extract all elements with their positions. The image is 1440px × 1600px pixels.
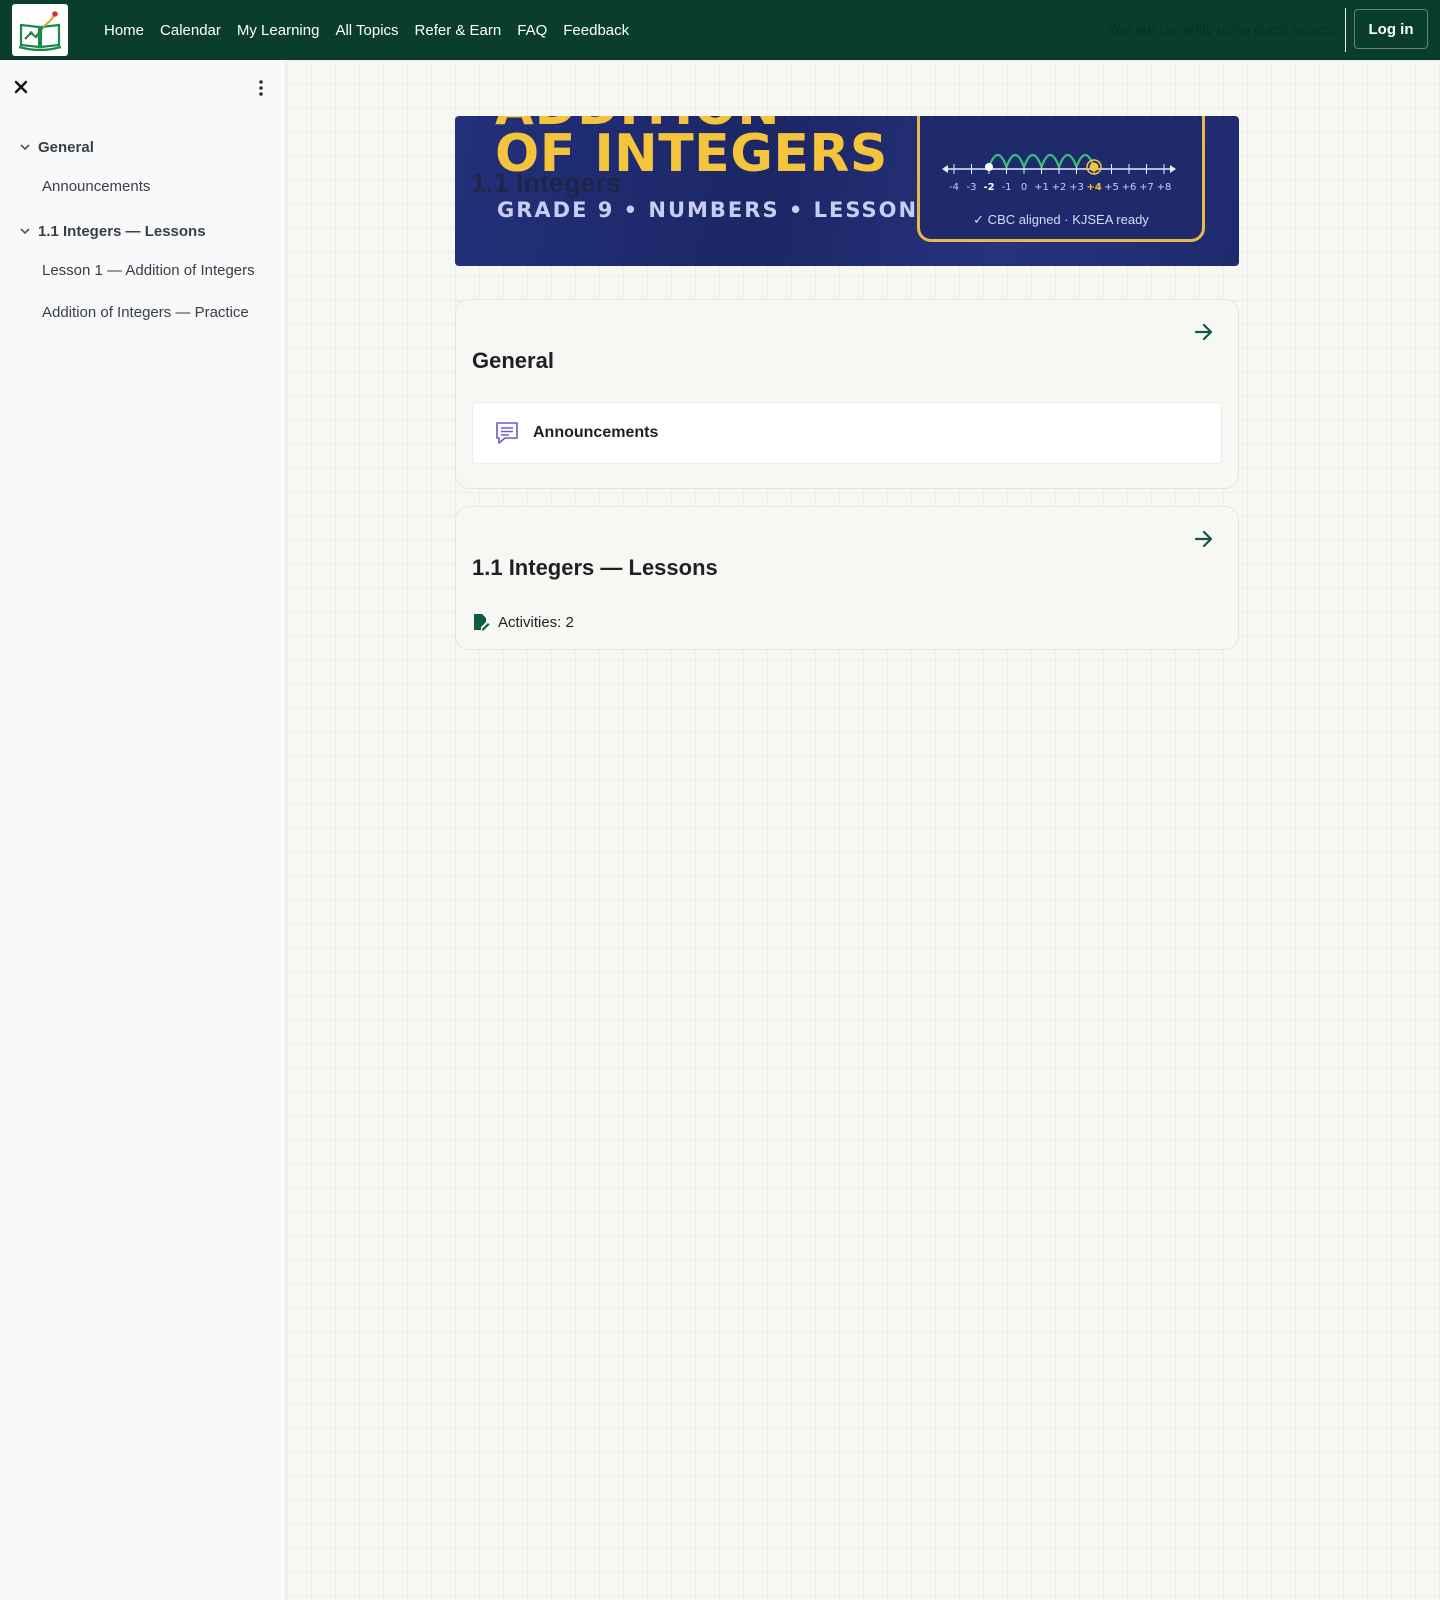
nav-calendar-link[interactable]: Calendar: [160, 22, 221, 39]
section-title: 1.1 Integers — Lessons: [472, 555, 718, 580]
login-button[interactable]: Log in: [1354, 9, 1428, 49]
banner-caption: ✓ CBC aligned · KJSEA ready: [973, 212, 1149, 227]
number-line-arrow-right: [1170, 165, 1176, 173]
course-index-section-integers-lessons[interactable]: 1.1 Integers — Lessons: [18, 220, 206, 242]
activity-announcements[interactable]: Announcements: [472, 402, 1222, 464]
number-line-jump-arc: [1022, 153, 1043, 168]
open-section-integers-lessons-button[interactable]: [1192, 527, 1216, 551]
section-title: General: [38, 138, 94, 156]
navbar-divider: [1345, 8, 1346, 52]
arrow-right-icon: [1194, 530, 1213, 548]
chevron-down-icon: [18, 140, 32, 154]
number-line-tick-label: +3: [1069, 182, 1084, 193]
course-index-section-general[interactable]: General: [18, 136, 94, 158]
book-chart-logo-icon: [18, 11, 62, 51]
course-index-options-button[interactable]: [254, 78, 268, 98]
nav-all-topics-link[interactable]: All Topics: [335, 22, 398, 39]
course-index-item-lesson-1[interactable]: Lesson 1 — Addition of Integers: [42, 262, 255, 279]
number-line-tick-label: +5: [1104, 182, 1119, 193]
page-title: 1.1 Integers: [471, 168, 622, 198]
course-index-item-announcements[interactable]: Announcements: [42, 178, 150, 195]
activities-count: Activities: 2: [472, 613, 574, 631]
course-banner-image: ADDITION OF INTEGERS GRADE 9 • NUMBERS •…: [455, 116, 1239, 266]
close-course-index-button[interactable]: [12, 78, 30, 96]
number-line-jump-arc: [1040, 153, 1061, 168]
number-line-tick-label: +4: [1086, 182, 1101, 193]
guest-access-notice: You are currently using guest access: [1107, 21, 1336, 37]
number-line-tick-label: +6: [1122, 182, 1137, 193]
arrow-right-icon: [1194, 323, 1213, 341]
nav-feedback-link[interactable]: Feedback: [563, 22, 629, 39]
section-card-general: General Announcements: [455, 299, 1239, 489]
number-line-diagram: -4 -3 -2 -1 0 +1 +2 +3 +4 +5 +6 +7 +8: [942, 153, 1176, 193]
nav-my-learning-link[interactable]: My Learning: [237, 22, 320, 39]
section-title: General: [472, 348, 554, 373]
nav-refer-earn-link[interactable]: Refer & Earn: [415, 22, 502, 39]
activities-count-label: Activities: 2: [498, 613, 574, 631]
number-line-card: -4 -3 -2 -1 0 +1 +2 +3 +4 +5 +6 +7 +8 ✓ CBC aligned …: [917, 116, 1205, 242]
number-line-tick-label: -1: [1002, 182, 1012, 193]
close-icon: [14, 80, 28, 94]
primary-navigation: Home Calendar My Learning All Topics Ref…: [104, 0, 645, 60]
number-line-start-point: [985, 163, 993, 171]
site-logo[interactable]: [12, 4, 68, 56]
open-section-general-button[interactable]: [1192, 320, 1216, 344]
forum-icon: [493, 419, 521, 447]
chevron-down-icon: [18, 224, 32, 238]
number-line-end-point: [1089, 162, 1099, 172]
number-line-tick-label: +7: [1139, 182, 1154, 193]
number-line-arrow-left: [942, 165, 948, 173]
number-line-tick-label: -3: [967, 182, 977, 193]
number-line-tick-label: +8: [1157, 182, 1172, 193]
course-index-item-practice[interactable]: Addition of Integers — Practice: [42, 304, 249, 321]
nav-faq-link[interactable]: FAQ: [517, 22, 547, 39]
number-line-tick-label: -4: [949, 182, 959, 193]
course-content-area: [287, 60, 1440, 1600]
activity-name: Announcements: [533, 424, 659, 441]
banner-subtitle: GRADE 9 • NUMBERS • LESSON 1: [497, 198, 945, 222]
course-index-drawer: General Announcements 1.1 Integers — Les…: [0, 60, 286, 1600]
number-line-jump-arc: [1057, 153, 1078, 168]
top-navbar: Home Calendar My Learning All Topics Ref…: [0, 0, 1440, 60]
section-title: 1.1 Integers — Lessons: [38, 222, 206, 240]
edit-document-icon: [472, 613, 490, 631]
number-line-jump-arc: [1005, 153, 1026, 168]
number-line-tick-label: +2: [1052, 182, 1067, 193]
section-card-integers-lessons: 1.1 Integers — Lessons Activities: 2: [455, 506, 1239, 650]
number-line-tick-label: 0: [1021, 182, 1027, 193]
number-line-tick-label: +1: [1034, 182, 1049, 193]
kebab-menu-icon: [259, 80, 263, 96]
nav-home-link[interactable]: Home: [104, 22, 144, 39]
number-line-tick-label: -2: [983, 182, 994, 193]
